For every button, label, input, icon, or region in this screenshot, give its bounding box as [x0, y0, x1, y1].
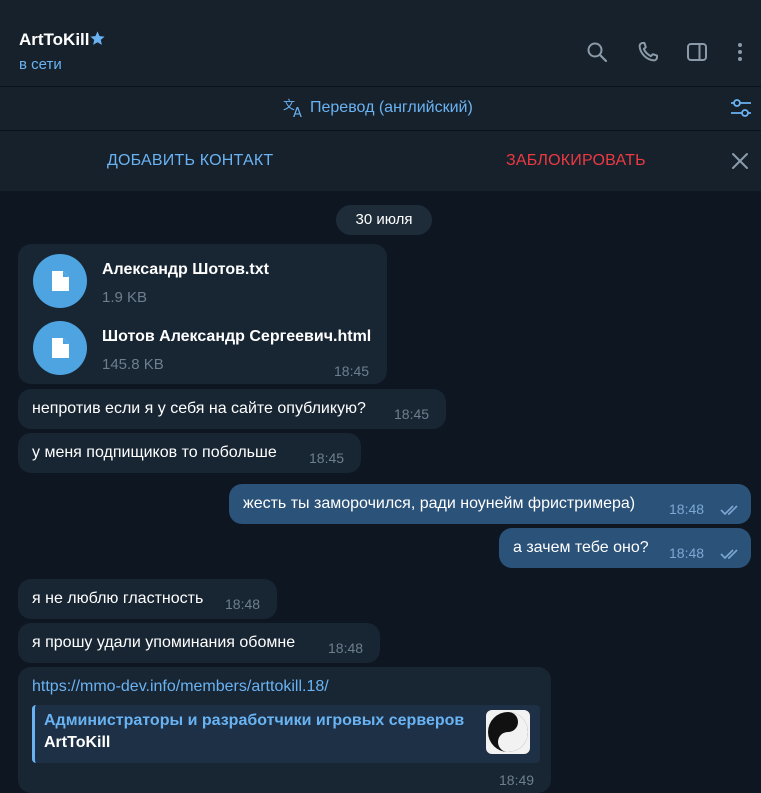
- translate-button[interactable]: 文 A Перевод (английский): [282, 97, 473, 119]
- file-size: 1.9 KB: [102, 289, 148, 306]
- link-message: https://mmo-dev.info/members/arttokill.1…: [18, 667, 551, 793]
- file-name[interactable]: Шотов Александр Сергеевич.html: [102, 328, 371, 346]
- outgoing-message[interactable]: а зачем тебе оно? 18:48: [499, 528, 751, 568]
- outgoing-message[interactable]: жесть ты заморочился, ради ноунейм фрист…: [229, 484, 751, 524]
- translate-icon: 文 A: [283, 97, 302, 119]
- incoming-message[interactable]: я прошу удали упоминания обомне 18:48: [18, 623, 380, 663]
- link-preview[interactable]: Администраторы и разработчики игровых се…: [32, 705, 540, 763]
- file-download-button[interactable]: [33, 254, 87, 308]
- chat-title[interactable]: ArtToKill: [19, 30, 90, 50]
- message-time: 18:49: [499, 772, 535, 788]
- file-download-button[interactable]: [33, 321, 87, 375]
- preview-thumbnail: Ctrl-C Ctrl-V: [486, 710, 530, 754]
- message-link[interactable]: https://mmo-dev.info/members/arttokill.1…: [32, 678, 329, 696]
- star-icon: [90, 31, 105, 45]
- window-top-strip: [0, 0, 761, 18]
- translate-label: Перевод (английский): [310, 99, 473, 116]
- thumb-text-top: Ctrl-C: [500, 722, 517, 729]
- search-icon[interactable]: [585, 40, 609, 64]
- thumb-text-bottom: Ctrl-V: [501, 741, 518, 748]
- block-button[interactable]: ЗАБЛОКИРОВАТЬ: [506, 152, 646, 170]
- sidebar-toggle-icon[interactable]: [685, 40, 709, 64]
- svg-text:A: A: [293, 106, 302, 119]
- incoming-message[interactable]: я не люблю гластность 18:48: [18, 579, 277, 619]
- incoming-message[interactable]: у меня подпищиков то побольше 18:45: [18, 433, 361, 473]
- document-icon: [52, 271, 69, 291]
- message-time: 18:45: [394, 406, 430, 422]
- preview-description: ArtToKill: [44, 734, 111, 751]
- message-time: 18:48: [328, 640, 364, 656]
- preview-title: Администраторы и разработчики игровых се…: [44, 712, 465, 729]
- message-text: я не люблю гластность: [32, 590, 204, 607]
- file-size: 145.8 KB: [102, 356, 164, 373]
- message-text: у меня подпищиков то побольше: [32, 444, 277, 461]
- translate-bar: 文 A Перевод (английский): [0, 87, 761, 131]
- message-time: 18:48: [669, 545, 705, 561]
- close-icon[interactable]: [731, 152, 749, 170]
- message-text: непротив если я у себя на сайте опублику…: [32, 400, 366, 417]
- message-text: жесть ты заморочился, ради ноунейм фрист…: [243, 495, 636, 512]
- more-icon[interactable]: [728, 40, 752, 64]
- file-name[interactable]: Александр Шотов.txt: [102, 261, 269, 279]
- message-text: я прошу удали упоминания обомне: [32, 634, 296, 651]
- date-separator: 30 июля: [336, 205, 432, 235]
- chat-header: ArtToKill в сети: [0, 18, 761, 87]
- read-check-icon: [720, 549, 738, 560]
- message-time: 18:48: [225, 596, 261, 612]
- phone-icon[interactable]: [636, 40, 660, 64]
- incoming-message[interactable]: непротив если я у себя на сайте опублику…: [18, 389, 446, 429]
- file-message: Александр Шотов.txt 1.9 KB Шотов Алексан…: [18, 244, 387, 384]
- message-text: а зачем тебе оно?: [513, 539, 649, 556]
- yin-yang-icon: Ctrl-C Ctrl-V: [488, 712, 528, 752]
- message-time: 18:45: [309, 450, 345, 466]
- contact-action-bar: ДОБАВИТЬ КОНТАКТ ЗАБЛОКИРОВАТЬ: [0, 131, 761, 191]
- message-time: 18:48: [669, 501, 705, 517]
- document-icon: [52, 338, 69, 358]
- translate-settings-icon[interactable]: [729, 97, 753, 119]
- add-contact-button[interactable]: ДОБАВИТЬ КОНТАКТ: [107, 152, 273, 170]
- chat-status: в сети: [19, 56, 62, 73]
- read-check-icon: [720, 505, 738, 516]
- message-time: 18:45: [334, 363, 370, 379]
